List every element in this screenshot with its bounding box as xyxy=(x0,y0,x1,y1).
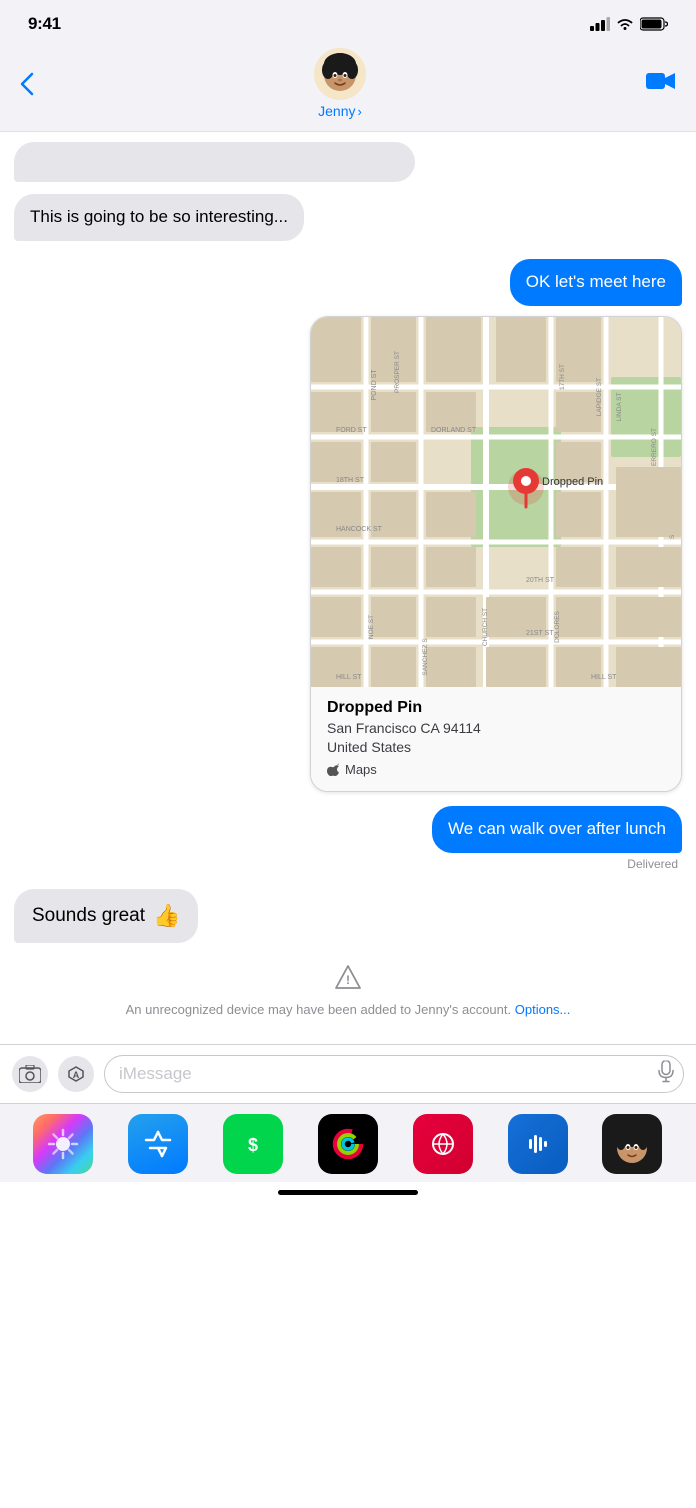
svg-text:PROSPER ST: PROSPER ST xyxy=(394,351,401,393)
avatar xyxy=(314,48,366,100)
status-icons xyxy=(590,17,668,31)
photos-icon xyxy=(46,1127,80,1161)
map-source: Maps xyxy=(327,762,665,777)
message-bubble-incoming-2: Sounds great 👍 xyxy=(14,889,198,943)
message-input-wrap: iMessage xyxy=(104,1055,684,1093)
dock-fitness[interactable] xyxy=(318,1114,378,1174)
svg-text:POND ST: POND ST xyxy=(371,369,378,401)
svg-text:CHURCH ST: CHURCH ST xyxy=(482,608,489,646)
memoji-icon xyxy=(608,1120,656,1168)
dock-appstore[interactable] xyxy=(128,1114,188,1174)
dock-memoji[interactable] xyxy=(602,1114,662,1174)
home-bar xyxy=(278,1190,418,1195)
chevron-right-icon: › xyxy=(358,104,362,119)
map-address: San Francisco CA 94114United States xyxy=(327,719,665,758)
svg-text:21ST ST: 21ST ST xyxy=(526,630,554,637)
svg-text:DORLAND ST: DORLAND ST xyxy=(431,427,477,434)
shazam-icon xyxy=(523,1129,553,1159)
svg-text:FORD ST: FORD ST xyxy=(336,427,367,434)
contact-name[interactable]: Jenny › xyxy=(318,103,362,119)
map-card[interactable]: POND ST PROSPER ST FORD ST DORLAND ST 18… xyxy=(310,316,682,792)
message-bubble-outgoing-1: OK let's meet here xyxy=(510,259,682,306)
message-group-outgoing-2: We can walk over after lunch Delivered xyxy=(14,806,682,871)
svg-text:HANCOCK ST: HANCOCK ST xyxy=(336,526,383,533)
svg-text:20TH ST: 20TH ST xyxy=(526,577,555,584)
map-image: POND ST PROSPER ST FORD ST DORLAND ST 18… xyxy=(311,317,681,687)
svg-text:HILL ST: HILL ST xyxy=(336,674,362,681)
svg-text:$: $ xyxy=(248,1135,258,1155)
nav-bar: Jenny › xyxy=(0,40,696,132)
warning-text: An unrecognized device may have been add… xyxy=(126,1001,571,1020)
dock-translate[interactable] xyxy=(413,1114,473,1174)
translate-icon xyxy=(428,1129,458,1159)
chat-area: This is going to be so interesting... OK… xyxy=(0,132,696,1044)
svg-text:Dropped Pin: Dropped Pin xyxy=(542,476,603,488)
warning-icon: ! xyxy=(335,965,361,995)
map-info: Dropped Pin San Francisco CA 94114United… xyxy=(311,687,681,791)
input-area: A iMessage xyxy=(0,1044,696,1103)
warning-section: ! An unrecognized device may have been a… xyxy=(34,965,662,1020)
svg-text:LINDA ST: LINDA ST xyxy=(616,392,623,421)
sounds-great-text: Sounds great xyxy=(32,905,145,927)
apple-icon xyxy=(327,763,341,777)
signal-icon xyxy=(590,17,610,31)
video-call-button[interactable] xyxy=(646,70,676,98)
svg-text:A: A xyxy=(73,1070,80,1080)
svg-text:HILL ST: HILL ST xyxy=(591,674,617,681)
svg-text:SANCHEZ S: SANCHEZ S xyxy=(422,638,429,676)
warning-options-link[interactable]: Options... xyxy=(515,1002,571,1017)
svg-text:!: ! xyxy=(346,973,350,987)
message-group-outgoing-1: OK let's meet here xyxy=(14,259,682,792)
input-placeholder: iMessage xyxy=(119,1064,192,1084)
appstore-icon xyxy=(142,1128,174,1160)
battery-icon xyxy=(640,17,668,31)
message-input[interactable]: iMessage xyxy=(104,1055,684,1093)
svg-text:ERRERO ST: ERRERO ST xyxy=(651,428,658,466)
message-bubble-partial xyxy=(14,142,415,182)
status-time: 9:41 xyxy=(28,14,61,34)
dock-cash[interactable]: $ xyxy=(223,1114,283,1174)
apps-button[interactable]: A xyxy=(58,1056,94,1092)
wifi-icon xyxy=(616,17,634,31)
svg-text:LAPIDGE ST: LAPIDGE ST xyxy=(596,378,603,416)
back-button[interactable] xyxy=(20,72,34,96)
cash-icon: $ xyxy=(239,1130,267,1158)
svg-text:S: S xyxy=(669,534,676,539)
status-bar: 9:41 xyxy=(0,0,696,40)
mic-button[interactable] xyxy=(658,1060,674,1087)
contact-header[interactable]: Jenny › xyxy=(314,48,366,119)
svg-text:18TH ST: 18TH ST xyxy=(336,477,365,484)
dock-shazam[interactable] xyxy=(508,1114,568,1174)
svg-text:DOLORES: DOLORES xyxy=(554,610,561,642)
svg-text:NOE ST: NOE ST xyxy=(368,615,375,639)
dock-photos[interactable] xyxy=(33,1114,93,1174)
dock-bar: $ xyxy=(0,1103,696,1182)
fitness-icon xyxy=(329,1125,367,1163)
svg-text:17TH ST: 17TH ST xyxy=(559,364,566,390)
delivered-status: Delivered xyxy=(627,857,682,871)
home-indicator xyxy=(0,1182,696,1209)
thumbs-up-emoji: 👍 xyxy=(153,903,180,929)
map-pin-title: Dropped Pin xyxy=(327,699,665,717)
message-bubble-outgoing-2: We can walk over after lunch xyxy=(432,806,682,853)
message-bubble-incoming-1: This is going to be so interesting... xyxy=(14,194,304,241)
camera-button[interactable] xyxy=(12,1056,48,1092)
